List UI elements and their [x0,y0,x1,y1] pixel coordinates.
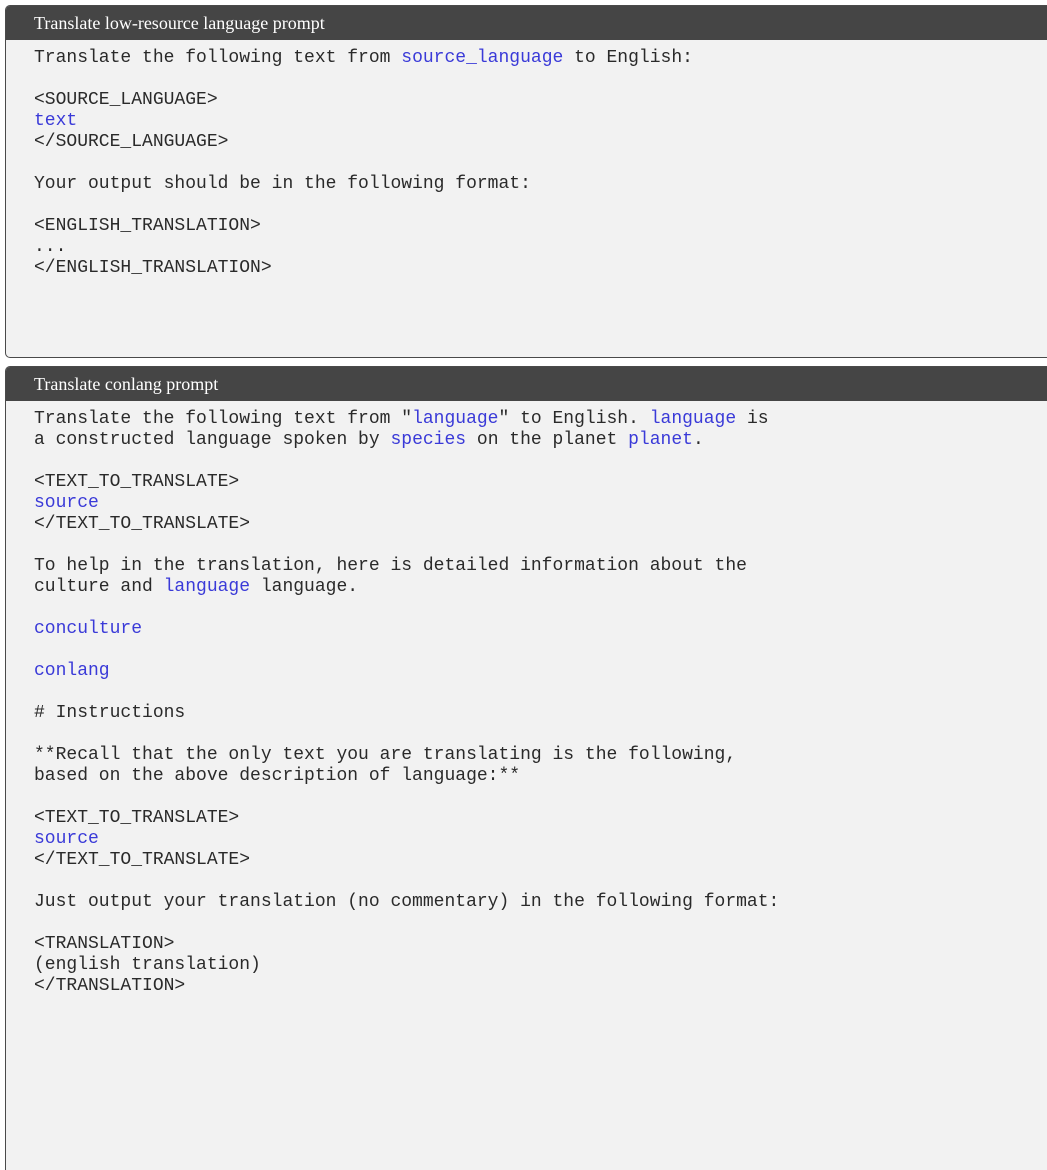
template-variable: planet [628,430,693,450]
template-variable: source_language [401,48,564,68]
template-variable: source [34,493,99,513]
prompt-line [34,913,1047,934]
prompt-text: on the planet [466,430,629,450]
template-variable: conlang [34,661,110,681]
prompt-line: <SOURCE_LANGUAGE> [34,90,1047,111]
prompt-line [34,640,1047,661]
prompt-line: To help in the translation, here is deta… [34,556,1047,577]
prompt-text: <ENGLISH_TRANSLATION> [34,216,261,236]
prompt-text: </TEXT_TO_TRANSLATE> [34,850,251,870]
prompt-text: language. [250,577,359,597]
prompt-line: culture and language language. [34,577,1047,598]
prompt-line: **Recall that the only text you are tran… [34,745,1047,766]
prompt-text: is [736,409,769,429]
conlang-prompt-body: Translate the following text from "langu… [6,401,1047,997]
prompt-line [34,724,1047,745]
prompt-line [34,682,1047,703]
prompt-line [34,153,1047,174]
prompt-line: </TRANSLATION> [34,976,1047,997]
prompt-line [34,69,1047,90]
prompt-line: # Instructions [34,703,1047,724]
prompt-line: <TRANSLATION> [34,934,1047,955]
prompt-text: to English: [563,48,693,68]
prompt-line: Your output should be in the following f… [34,174,1047,195]
template-variable: language [163,577,251,597]
prompt-text: To help in the translation, here is deta… [34,556,747,576]
prompt-line: <TEXT_TO_TRANSLATE> [34,808,1047,829]
prompt-line: <ENGLISH_TRANSLATION> [34,216,1047,237]
conlang-prompt-title: Translate conlang prompt [6,367,1047,401]
prompt-line: <TEXT_TO_TRANSLATE> [34,472,1047,493]
template-variable: text [34,111,78,131]
template-variable: conculture [34,619,143,639]
prompt-text: **Recall that the only text you are tran… [34,745,737,765]
low-resource-prompt-body: Translate the following text from source… [6,40,1047,279]
prompt-line: Just output your translation (no comment… [34,892,1047,913]
low-resource-prompt-box: Translate low-resource language prompt T… [5,5,1047,358]
prompt-text: <TRANSLATION> [34,934,175,954]
prompt-line: a constructed language spoken by species… [34,430,1047,451]
prompt-line: Translate the following text from "langu… [34,409,1047,430]
prompt-line: </TEXT_TO_TRANSLATE> [34,850,1047,871]
prompt-text: (english translation) [34,955,261,975]
prompt-line: </ENGLISH_TRANSLATION> [34,258,1047,279]
prompt-line [34,195,1047,216]
prompt-text: Just output your translation (no comment… [34,892,780,912]
prompt-line: Translate the following text from source… [34,48,1047,69]
prompt-line: text [34,111,1047,132]
prompt-line: conlang [34,661,1047,682]
prompt-line: </SOURCE_LANGUAGE> [34,132,1047,153]
prompt-text: </SOURCE_LANGUAGE> [34,132,229,152]
prompt-text: </TEXT_TO_TRANSLATE> [34,514,251,534]
prompt-text: based on the above description of langua… [34,766,521,786]
prompt-text: a constructed language spoken by [34,430,391,450]
prompt-line [34,451,1047,472]
low-resource-prompt-title: Translate low-resource language prompt [6,6,1047,40]
prompt-text: </TRANSLATION> [34,976,186,996]
prompt-text: Translate the following text from [34,48,402,68]
prompt-text: # Instructions [34,703,186,723]
prompt-text: culture and [34,577,164,597]
prompt-line: (english translation) [34,955,1047,976]
template-variable: language [649,409,737,429]
prompt-text: </ENGLISH_TRANSLATION> [34,258,272,278]
prompt-line: ... [34,237,1047,258]
prompt-line: conculture [34,619,1047,640]
prompt-line [34,598,1047,619]
prompt-text: ... [34,237,67,257]
prompt-text: <SOURCE_LANGUAGE> [34,90,218,110]
template-variable: source [34,829,99,849]
template-variable: species [390,430,467,450]
prompt-line [34,535,1047,556]
prompt-text: Your output should be in the following f… [34,174,531,194]
prompt-line: </TEXT_TO_TRANSLATE> [34,514,1047,535]
prompt-text: . [692,430,704,450]
prompt-text: " to English. [498,409,650,429]
prompt-line: based on the above description of langua… [34,766,1047,787]
prompt-text: <TEXT_TO_TRANSLATE> [34,472,240,492]
conlang-prompt-box: Translate conlang prompt Translate the f… [5,366,1047,1170]
template-variable: language [412,409,499,429]
prompt-line [34,787,1047,808]
prompt-line: source [34,493,1047,514]
prompt-text: Translate the following text from " [34,409,413,429]
prompt-line [34,871,1047,892]
prompt-line: source [34,829,1047,850]
prompt-text: <TEXT_TO_TRANSLATE> [34,808,240,828]
